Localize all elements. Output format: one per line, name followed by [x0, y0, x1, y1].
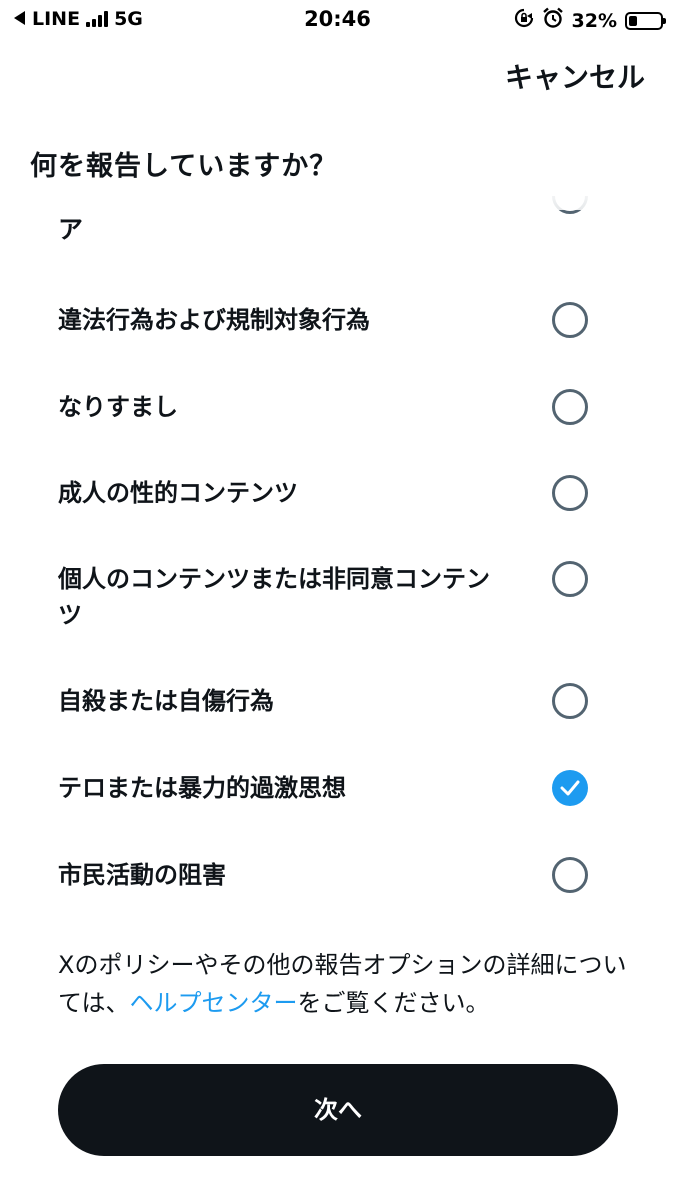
- report-option-label: 成人の性的コンテンツ: [58, 479, 298, 507]
- radio-button[interactable]: [552, 857, 588, 893]
- status-right: 32%: [514, 7, 666, 34]
- report-option-label: 市民活動の阻害: [58, 861, 226, 889]
- battery-icon: [625, 11, 666, 30]
- next-button[interactable]: 次へ: [58, 1064, 618, 1156]
- sheet-title-bar: 何を報告していますか？: [0, 120, 620, 210]
- help-footer-text: Xのポリシーやその他の報告オプションの詳細については、ヘルプセンターをご覧くださ…: [58, 946, 638, 1022]
- cancel-button[interactable]: キャンセル: [505, 56, 645, 96]
- footer-text-after: をご覧ください。: [297, 989, 490, 1017]
- status-bar: LINE 5G 20:46 32%: [0, 0, 675, 40]
- radio-button[interactable]: [552, 561, 588, 597]
- report-option-label: なりすまし: [58, 393, 178, 421]
- report-option-label: 違法行為および規制対象行為: [58, 306, 370, 334]
- report-option-label: テロまたは暴力的過激思想: [58, 774, 346, 802]
- radio-button[interactable]: [552, 683, 588, 719]
- cut-off-option-label[interactable]: ア: [58, 210, 83, 246]
- report-option-label: 個人のコンテンツまたは非同意コンテンツ: [58, 565, 490, 629]
- alarm-icon: [542, 7, 564, 34]
- radio-button-checked[interactable]: [552, 770, 588, 806]
- radio-button[interactable]: [552, 389, 588, 425]
- checkmark-icon: [560, 780, 580, 796]
- page-title: 何を報告していますか？: [30, 151, 338, 182]
- battery-percent: 32%: [571, 9, 617, 32]
- radio-button[interactable]: [552, 475, 588, 511]
- rotation-lock-icon: [514, 8, 534, 33]
- radio-button[interactable]: [552, 302, 588, 338]
- help-center-link[interactable]: ヘルプセンター: [130, 989, 298, 1017]
- report-option-label: 自殺または自傷行為: [58, 687, 274, 715]
